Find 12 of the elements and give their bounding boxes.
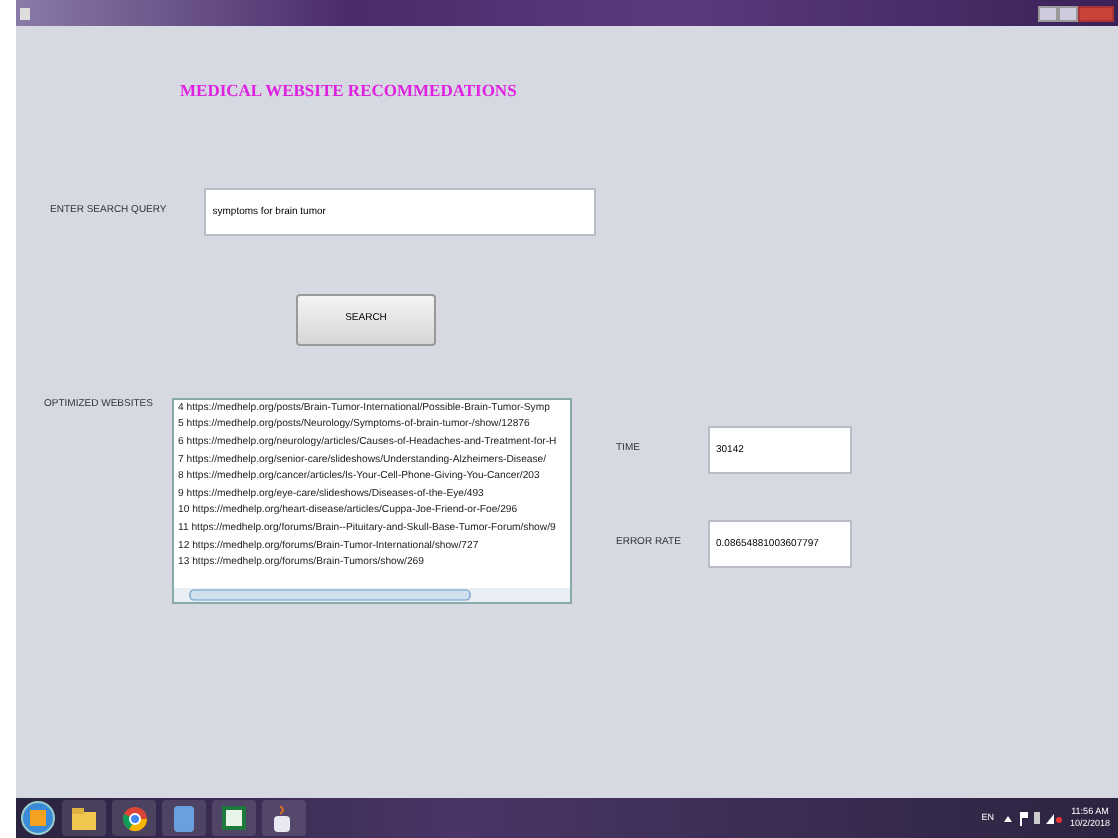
maximize-button[interactable] (1058, 5, 1078, 21)
folder-icon[interactable] (62, 800, 106, 836)
app-icon (20, 7, 30, 19)
minimize-button[interactable] (1038, 5, 1058, 21)
spreadsheet-icon[interactable] (212, 800, 256, 836)
app-heading: MEDICAL WEBSITE RECOMMEDATIONS (180, 78, 517, 104)
start-button[interactable] (20, 800, 56, 836)
browser-icon[interactable] (112, 800, 156, 836)
horizontal-scrollbar[interactable] (174, 587, 570, 602)
cup-icon[interactable] (262, 800, 306, 836)
results-list[interactable] (172, 397, 572, 604)
tray-icons[interactable] (1001, 810, 1062, 826)
